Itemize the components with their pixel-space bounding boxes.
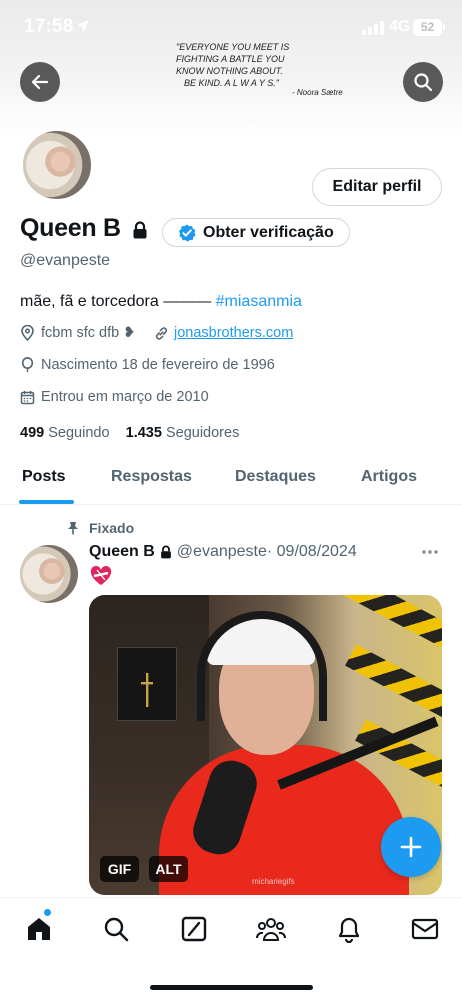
- media-headphones: [197, 611, 327, 721]
- profile-banner: 17:58 4G 52 "EVERYONE YOU MEET IS FIGHTI…: [0, 0, 462, 135]
- nav-notifications[interactable]: [334, 914, 364, 944]
- profile-link[interactable]: jonasbrothers.com: [154, 325, 293, 341]
- pin-icon: [68, 522, 78, 535]
- location-text: fcbm sfc dfb ❥: [41, 325, 136, 341]
- network-type: 4G: [389, 18, 411, 35]
- following-count: 499: [20, 425, 45, 441]
- home-icon: [28, 918, 50, 940]
- back-button[interactable]: [20, 62, 60, 102]
- following-link[interactable]: 499 Seguindo: [20, 425, 110, 441]
- location-arrow-icon: [77, 20, 89, 32]
- banner-quote: "EVERYONE YOU MEET IS FIGHTING A BATTLE …: [176, 41, 366, 89]
- post-author-name[interactable]: Queen B: [89, 543, 155, 561]
- post-avatar[interactable]: [20, 545, 78, 603]
- quote-line: "EVERYONE YOU MEET IS: [176, 42, 290, 52]
- birth-text: Nascimento 18 de fevereiro de 1996: [41, 357, 275, 373]
- profile-name: Queen B: [20, 214, 121, 242]
- bio-text: mãe, fã e torcedora ———: [20, 293, 216, 310]
- envelope-icon: [411, 918, 439, 940]
- media-watermark: michariegifs: [252, 877, 295, 886]
- compose-post-button[interactable]: [381, 817, 441, 877]
- nav-grok[interactable]: [179, 914, 209, 944]
- get-verified-button[interactable]: Obter verificação: [162, 218, 350, 247]
- tab-highlights[interactable]: Destaques: [235, 468, 316, 486]
- lock-icon: [160, 545, 171, 559]
- pinned-text: Fixado: [89, 520, 135, 536]
- followers-link[interactable]: 1.435 Seguidores: [126, 425, 240, 441]
- profile-joined: Entrou em março de 2010: [20, 389, 209, 405]
- home-indicator: [150, 985, 313, 990]
- tab-replies[interactable]: Respostas: [111, 468, 192, 486]
- link-icon: [155, 326, 168, 340]
- post-header: Queen B @evanpeste · 09/08/2024: [89, 543, 357, 561]
- post-author-handle[interactable]: @evanpeste: [177, 543, 267, 561]
- nav-home[interactable]: [24, 914, 54, 944]
- tab-posts[interactable]: Posts: [22, 468, 66, 486]
- quote-line: FIGHTING A BATTLE YOU: [176, 54, 285, 64]
- bio-hashtag[interactable]: #miasanmia: [216, 293, 302, 310]
- follow-stats: 499 Seguindo 1.435 Seguidores: [20, 425, 239, 441]
- battery-tip: [443, 24, 445, 30]
- notification-dot: [44, 909, 51, 916]
- active-tab-indicator: [19, 500, 74, 504]
- link-text[interactable]: jonasbrothers.com: [174, 325, 293, 341]
- more-options-icon[interactable]: [421, 549, 439, 555]
- joined-text: Entrou em março de 2010: [41, 389, 209, 405]
- profile-tabs: Posts Respostas Destaques Artigos: [0, 455, 462, 505]
- grok-icon: [181, 916, 207, 942]
- location-pin-icon: [21, 325, 34, 341]
- nav-communities[interactable]: [256, 914, 286, 944]
- cross-icon: [141, 673, 153, 707]
- nav-messages[interactable]: [410, 914, 440, 944]
- profile-bio: mãe, fã e torcedora ——— #miasanmia: [20, 293, 302, 311]
- profile-birthdate: Nascimento 18 de fevereiro de 1996: [20, 357, 275, 373]
- battery-level: 52: [420, 20, 435, 34]
- arrow-left-icon: [31, 74, 49, 90]
- edit-profile-button[interactable]: Editar perfil: [312, 168, 442, 206]
- plus-icon: [400, 836, 422, 858]
- profile-avatar[interactable]: [20, 128, 94, 202]
- search-button[interactable]: [403, 62, 443, 102]
- search-icon: [414, 73, 433, 92]
- following-label: Seguindo: [48, 425, 110, 441]
- alt-text-button[interactable]: ALT: [149, 856, 188, 882]
- gif-badge: GIF: [100, 856, 139, 882]
- bell-icon: [338, 917, 360, 943]
- calendar-icon: [20, 390, 35, 404]
- search-icon: [104, 917, 129, 942]
- communities-icon: [256, 918, 286, 941]
- quote-author: - Noora Sætre: [292, 88, 343, 97]
- followers-label: Seguidores: [165, 425, 240, 441]
- quote-line: KNOW NOTHING ABOUT.: [176, 66, 283, 76]
- followers-count: 1.435: [125, 425, 162, 441]
- balloon-icon: [21, 357, 34, 372]
- bottom-navigation: [0, 897, 462, 1000]
- post-text: [90, 565, 112, 591]
- battery-icon: 52: [413, 19, 442, 36]
- mending-heart-icon: [90, 565, 112, 585]
- get-verified-label: Obter verificação: [203, 223, 334, 241]
- lock-icon: [133, 221, 147, 239]
- nav-search[interactable]: [101, 914, 131, 944]
- signal-icon: [362, 21, 384, 35]
- post-date: · 09/08/2024: [266, 543, 357, 560]
- verified-badge-icon: [179, 224, 196, 242]
- pinned-label: Fixado: [67, 520, 134, 536]
- profile-location: fcbm sfc dfb ❥: [20, 325, 135, 341]
- profile-handle: @evanpeste: [20, 252, 111, 269]
- tab-articles[interactable]: Artigos: [361, 468, 417, 486]
- status-time: 17:58: [24, 16, 74, 37]
